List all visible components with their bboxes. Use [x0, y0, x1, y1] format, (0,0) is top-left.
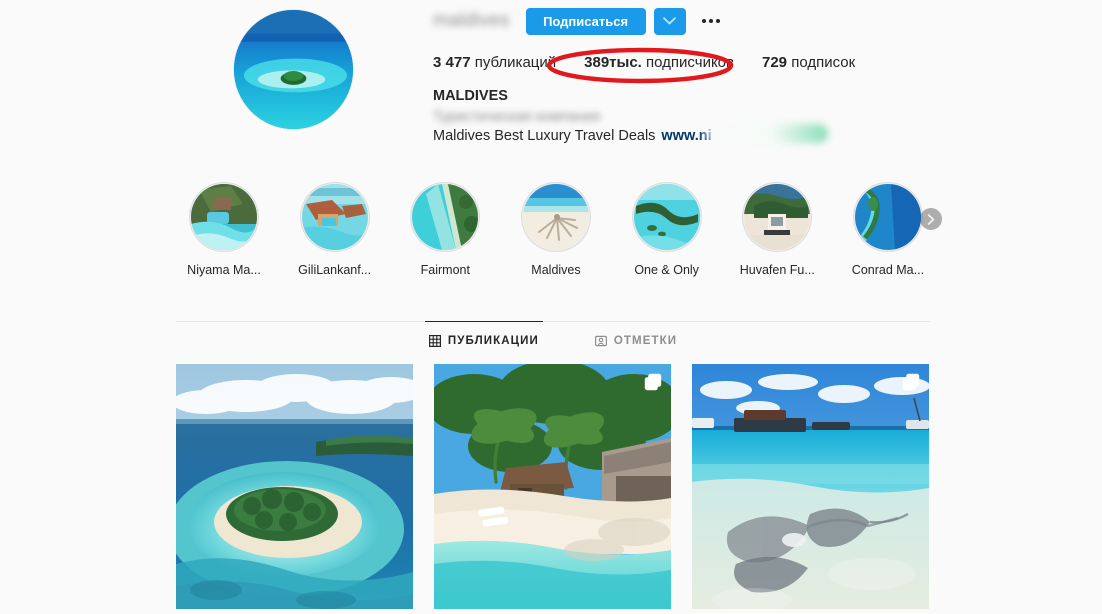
posts-stat[interactable]: 3 477 публикаций [433, 54, 556, 71]
highlight-niyama-image [191, 184, 257, 250]
overwater-villas-icon [301, 184, 368, 250]
highlight-item[interactable]: Fairmont [397, 182, 493, 277]
highlight-ring [631, 182, 702, 252]
post-image [434, 364, 671, 609]
followers-stat[interactable]: 389тыс. подписчиков [584, 54, 734, 71]
username: maldives [433, 10, 510, 31]
profile-actions-row: maldives Подписаться [433, 6, 1033, 36]
highlight-label: One & Only [634, 263, 699, 277]
ellipsis-dot [715, 19, 720, 23]
resort-aerial-icon [191, 184, 257, 250]
post-stingrays[interactable] [692, 364, 929, 609]
carousel-icon [902, 373, 920, 391]
highlight-conrad-image [854, 184, 921, 250]
bio-display-name: MALDIVES [433, 88, 508, 104]
follow-button[interactable]: Подписаться [525, 7, 646, 35]
followers-count-label: подписчиков [646, 54, 734, 71]
post-image [692, 364, 929, 609]
highlight-item[interactable]: One & Only [619, 182, 715, 277]
ellipsis-dot [701, 19, 706, 23]
tagged-person-icon [594, 335, 607, 346]
highlight-gililankanfushi-image [301, 184, 368, 250]
bio-category: Туристическая компания [433, 109, 601, 125]
highlights-next-button[interactable] [919, 208, 942, 230]
highlight-ring [189, 182, 259, 252]
highlight-one-and-only-image [633, 184, 700, 250]
more-options-button[interactable] [701, 8, 720, 35]
post-aerial-island[interactable] [176, 364, 413, 609]
beach-structure-icon [744, 184, 811, 250]
instagram-profile-page: maldives Подписаться 3 477 публикаций 38… [0, 0, 1102, 609]
posts-count-value: 3 477 [433, 54, 471, 71]
highlight-label: Niyama Ma... [187, 263, 261, 277]
tab-posts-label: ПУБЛИКАЦИИ [447, 335, 539, 347]
highlight-item[interactable]: Niyama Ma... [176, 182, 272, 277]
avatar[interactable] [232, 8, 355, 131]
profile-bio: MALDIVES Туристическая компания Maldives… [433, 86, 1033, 146]
highlight-ring [410, 182, 481, 252]
followers-count-value: 389тыс. [584, 54, 642, 71]
chevron-down-icon [663, 17, 676, 25]
highlight-label: Fairmont [420, 263, 470, 277]
highlight-ring [852, 182, 923, 252]
highlight-label: Conrad Ma... [851, 263, 925, 277]
highlight-huvafen-image [744, 184, 811, 250]
highlight-ring [520, 182, 591, 252]
highlight-fairmont-image [412, 184, 479, 250]
highlight-item[interactable]: GiliLankanf... [287, 182, 383, 277]
tab-tagged[interactable]: ОТМЕТКИ [591, 321, 681, 357]
grid-icon [428, 335, 441, 347]
avatar-image [234, 10, 353, 129]
profile-tabs: ПУБЛИКАЦИИ ОТМЕТКИ [176, 321, 930, 357]
tab-posts[interactable]: ПУБЛИКАЦИИ [424, 321, 543, 357]
highlight-ring [742, 182, 813, 252]
ellipsis-dot [708, 19, 713, 23]
bio-description-row: Maldives Best Luxury Travel Deals www.ni [433, 124, 1033, 146]
palm-shadow-beach-icon [522, 184, 589, 250]
bio-link-blur-overlay [703, 124, 829, 143]
highlight-maldives-image [522, 184, 589, 250]
post-image [176, 364, 413, 609]
profile-header: maldives Подписаться 3 477 публикаций 38… [0, 0, 1102, 170]
posts-count-label: публикаций [474, 54, 557, 71]
story-highlights: Niyama Ma... GiliLankanf... Fairmont Mal… [176, 182, 942, 287]
bio-link-wrap: www.ni [661, 124, 829, 146]
island-ocean-icon [854, 184, 921, 250]
atoll-aerial-icon [633, 184, 700, 250]
follow-options-button[interactable] [653, 7, 686, 35]
avatar-photo-icon [234, 10, 353, 129]
following-count-value: 729 [762, 54, 788, 71]
profile-info: maldives Подписаться 3 477 публикаций 38… [433, 6, 1033, 146]
tab-tagged-label: ОТМЕТКИ [613, 334, 678, 347]
following-stat[interactable]: 729 подписок [762, 54, 855, 71]
highlight-item[interactable]: Maldives [508, 182, 604, 277]
highlight-label: Huvafen Fu... [739, 263, 815, 277]
chevron-right-icon [927, 213, 935, 225]
highlight-ring [299, 182, 370, 252]
post-palm-beach-villas[interactable] [434, 364, 671, 609]
profile-stats: 3 477 публикаций 389тыс. подписчиков 729… [433, 54, 1033, 71]
following-count-label: подписок [791, 54, 856, 71]
bio-description: Maldives Best Luxury Travel Deals [433, 128, 656, 144]
island-shore-icon [412, 184, 479, 250]
highlight-item[interactable]: Huvafen Fu... [729, 182, 825, 277]
carousel-icon [644, 373, 662, 391]
highlight-item[interactable]: Conrad Ma... [840, 182, 942, 277]
highlight-label: GiliLankanf... [298, 263, 372, 277]
posts-grid [176, 364, 930, 614]
highlight-label: Maldives [531, 263, 581, 277]
